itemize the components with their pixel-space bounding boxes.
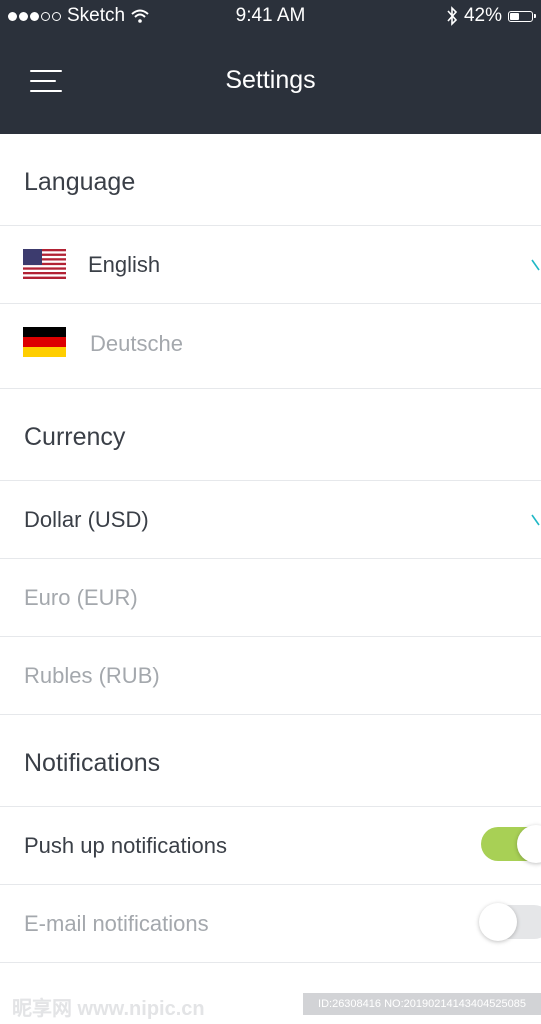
checkmark-icon (531, 259, 540, 271)
currency-option-eur[interactable]: Euro (EUR) (0, 559, 541, 637)
settings-list: Language English Deutsche Currency Dolla… (0, 134, 541, 963)
language-label-english: English (88, 252, 161, 277)
watermark-id: ID:26308416 NO:20190214143404525085 (303, 993, 541, 1015)
page-title: Settings (225, 66, 316, 94)
currency-label-eur: Euro (EUR) (24, 585, 138, 610)
us-flag-icon (23, 249, 66, 279)
email-notifications-toggle[interactable] (479, 903, 541, 941)
notification-label-push: Push up notifications (24, 833, 228, 858)
section-language: Language (0, 134, 541, 226)
language-option-english[interactable]: English (0, 226, 541, 304)
german-flag-icon (23, 327, 66, 357)
push-notifications-toggle[interactable] (481, 825, 541, 863)
notification-push: Push up notifications (0, 807, 541, 885)
status-right: 42% (446, 5, 536, 27)
bluetooth-icon (447, 6, 458, 26)
toggle-knob (517, 825, 541, 863)
currency-option-usd[interactable]: Dollar (USD) (0, 481, 541, 559)
currency-label-usd: Dollar (USD) (24, 507, 149, 532)
section-heading-language: Language (24, 168, 136, 196)
currency-option-rub[interactable]: Rubles (RUB) (0, 637, 541, 715)
notification-email: E-mail notifications (0, 885, 541, 963)
toggle-knob (479, 903, 517, 941)
watermark-logo: 昵享网 www.nipic.cn (12, 998, 205, 1020)
status-bar: Sketch 9:41 AM 42% (0, 0, 541, 32)
section-notifications: Notifications (0, 715, 541, 807)
language-label-deutsche: Deutsche (90, 331, 183, 356)
currency-label-rub: Rubles (RUB) (24, 663, 160, 688)
section-heading-notifications: Notifications (24, 749, 161, 777)
section-currency: Currency (0, 389, 541, 481)
language-option-deutsche[interactable]: Deutsche (0, 304, 541, 389)
notification-label-email: E-mail notifications (24, 911, 209, 936)
app-header: Sketch 9:41 AM 42% Settings (0, 0, 541, 134)
battery-icon (508, 10, 536, 22)
battery-percent: 42% (463, 5, 502, 26)
section-heading-currency: Currency (24, 423, 126, 451)
checkmark-icon (531, 514, 540, 526)
